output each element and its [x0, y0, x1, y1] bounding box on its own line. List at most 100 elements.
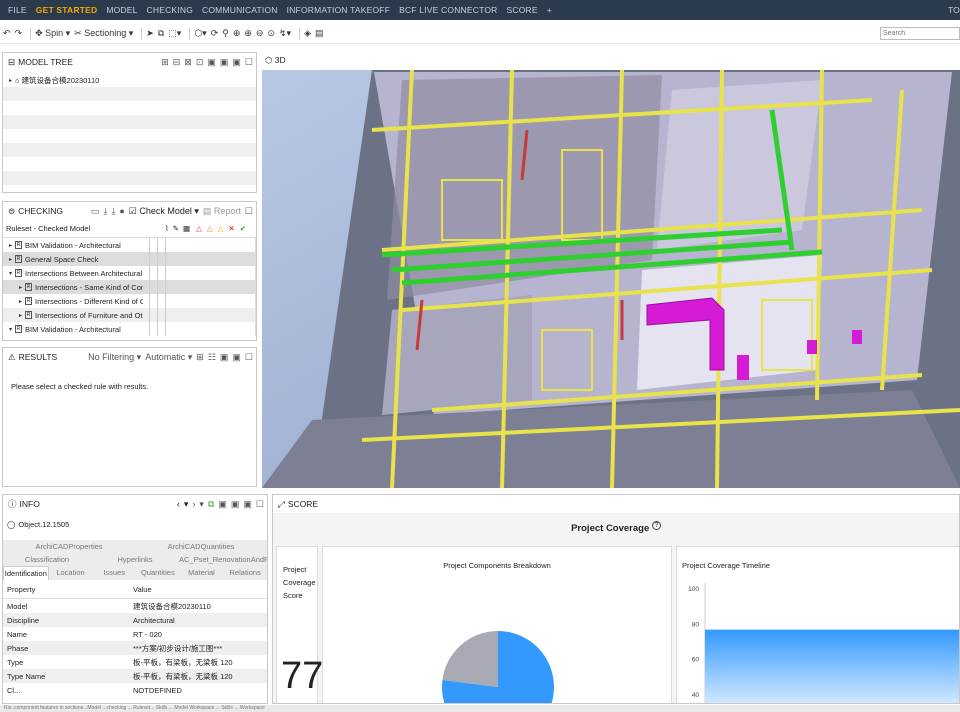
hierarchy-icon[interactable]: ⊞: [161, 57, 169, 68]
fly-icon[interactable]: ⟳: [211, 28, 219, 39]
property-row[interactable]: Name RT - 020: [3, 627, 267, 641]
critical-icon[interactable]: △: [196, 224, 202, 233]
pencil-icon[interactable]: ✎: [173, 224, 179, 233]
zoom-icon[interactable]: ⊕: [233, 28, 241, 39]
layers-icon[interactable]: ▤: [315, 28, 324, 39]
filter-tree-icon[interactable]: ⊟: [173, 57, 181, 68]
walk-icon[interactable]: ⚲: [222, 28, 229, 39]
property-row[interactable]: Type Name 板-平板，有梁板，无梁板 120: [3, 669, 267, 683]
ruleset-row[interactable]: ▸RIntersections of Furniture and Other O…: [3, 308, 256, 322]
tab-hyperlinks[interactable]: Hyperlinks: [91, 553, 179, 566]
check-model-button[interactable]: ☑ Check Model ▾: [129, 206, 199, 217]
expand-icon[interactable]: ▾: [6, 270, 15, 277]
3d-view[interactable]: ⬡ 3D: [262, 52, 960, 488]
tree-settings-icon[interactable]: ⊠: [184, 57, 192, 68]
tab-ac-pset-renovationandphasing[interactable]: AC_Pset_RenovationAndPhasing: [179, 553, 267, 566]
list-icon[interactable]: ☷: [208, 352, 216, 363]
folder-icon[interactable]: ▭: [91, 206, 100, 217]
ruleset-row[interactable]: ▸RIntersections - Different Kind of Comp…: [3, 294, 256, 308]
tab-quantities[interactable]: Quantities: [136, 566, 180, 580]
paperclip-icon[interactable]: ⌇: [165, 224, 169, 233]
menu-item-score[interactable]: SCORE: [506, 5, 537, 15]
hide-icon[interactable]: ⬚▾: [168, 28, 181, 39]
circle-icon[interactable]: ●: [119, 206, 124, 216]
menu-item-get-started[interactable]: GET STARTED: [36, 5, 98, 15]
menu-item-bcf-live-connector[interactable]: BCF LIVE CONNECTOR: [399, 5, 497, 15]
tab-archicadproperties[interactable]: ArchiCADProperties: [3, 540, 135, 553]
ruleset-row[interactable]: ▸ R General Space Check: [3, 252, 256, 266]
tab-material[interactable]: Material: [180, 566, 224, 580]
search-input[interactable]: [880, 27, 960, 40]
link-icon[interactable]: ⧉: [208, 499, 214, 510]
eraser-icon[interactable]: ◈: [304, 28, 311, 39]
minor-icon[interactable]: △: [218, 224, 224, 233]
copy-icon[interactable]: ▣: [232, 352, 241, 363]
expand-icon[interactable]: ▸: [6, 77, 15, 84]
expand-icon[interactable]: ▸: [6, 256, 15, 263]
expand-icon[interactable]: ▸: [6, 242, 15, 249]
menu-item-communication[interactable]: COMMUNICATION: [202, 5, 278, 15]
tab-location[interactable]: Location: [49, 566, 93, 580]
menu-item-[interactable]: +: [547, 5, 552, 15]
measure-icon[interactable]: ↯▾: [279, 28, 291, 39]
accept-icon[interactable]: ✔: [240, 224, 246, 233]
ruleset-row[interactable]: ▾RIntersections Between Architectural Co…: [3, 266, 256, 280]
reject-icon[interactable]: ✕: [228, 224, 234, 233]
trash-icon[interactable]: ▣: [220, 352, 229, 363]
property-row[interactable]: Phase ***方案/初步设计/施工图***: [3, 641, 267, 655]
maximize-icon[interactable]: ☐: [245, 206, 253, 217]
copy-icon[interactable]: ▣: [218, 499, 227, 510]
property-row[interactable]: Model 建筑设备合模20230110: [3, 599, 267, 613]
expand-icon[interactable]: ▸: [16, 284, 25, 291]
ruleset-row[interactable]: ▾ R BIM Validation - Architectural: [3, 322, 256, 336]
select-icon[interactable]: ⧉: [158, 28, 164, 39]
zoom-fit-icon[interactable]: ⊙: [267, 28, 275, 39]
ruleset-row[interactable]: ▸RIntersections - Same Kind of Componen: [3, 280, 256, 294]
expand-icon[interactable]: ▾: [6, 326, 15, 333]
maximize-icon[interactable]: ☐: [245, 352, 253, 363]
menu-overflow[interactable]: TO: [948, 5, 960, 15]
menu-item-information-takeoff[interactable]: INFORMATION TAKEOFF: [287, 5, 390, 15]
pie-slice[interactable]: [442, 631, 498, 687]
paste-icon[interactable]: ▣: [231, 499, 240, 510]
property-row[interactable]: Type 板-平板，有梁板，无梁板 120: [3, 655, 267, 669]
property-row[interactable]: Cl... NOTDEFINED: [3, 683, 267, 697]
tab-issues[interactable]: Issues: [92, 566, 136, 580]
filter-dropdown[interactable]: No Filtering ▾: [88, 352, 141, 363]
delete-icon[interactable]: ▣: [243, 499, 252, 510]
sectioning-button[interactable]: ✂ Sectioning ▾: [74, 28, 133, 39]
zoom-out-icon[interactable]: ⊖: [256, 28, 264, 39]
undo-icon[interactable]: ↶: [3, 28, 11, 39]
ruleset-row[interactable]: ▸ R BIM Validation - Architectural: [3, 238, 256, 252]
cube-icon[interactable]: ⬡▾: [194, 28, 206, 39]
mode-dropdown[interactable]: Automatic ▾: [145, 352, 192, 363]
lock-icon[interactable]: ▣: [207, 57, 216, 68]
pointer-icon[interactable]: ➤: [146, 28, 154, 39]
next-icon[interactable]: ›: [192, 499, 195, 509]
tab-archicadquantities[interactable]: ArchiCADQuantities: [135, 540, 267, 553]
expand-icon[interactable]: ▸: [16, 298, 25, 305]
tab-classification[interactable]: Classification: [3, 553, 91, 566]
zoom-in-icon[interactable]: ⊕: [244, 28, 252, 39]
maximize-icon[interactable]: ☐: [245, 57, 253, 68]
3d-viewport[interactable]: [262, 70, 960, 488]
menu-item-file[interactable]: FILE: [8, 5, 27, 15]
prev-icon[interactable]: ‹: [177, 499, 180, 509]
dropdown-icon[interactable]: ▾: [184, 499, 189, 510]
menu-item-model[interactable]: MODEL: [106, 5, 137, 15]
report-button[interactable]: ▤ Report: [203, 206, 241, 217]
export-icon[interactable]: ⤓: [111, 206, 115, 217]
tab-identification[interactable]: Identification: [3, 566, 49, 580]
property-row[interactable]: Discipline Architectural: [3, 613, 267, 627]
expand-icon[interactable]: ▸: [16, 312, 25, 319]
maximize-icon[interactable]: ☐: [256, 499, 264, 510]
grid-icon[interactable]: ▦: [183, 224, 190, 233]
coverage-area[interactable]: [705, 629, 959, 704]
spin-button[interactable]: ✥ Spin ▾: [35, 28, 70, 39]
collapse-icon[interactable]: ⊡: [196, 57, 204, 68]
tab-relations[interactable]: Relations: [223, 566, 267, 580]
import-icon[interactable]: ⤓: [103, 206, 107, 217]
group-icon[interactable]: ⊞: [196, 352, 204, 363]
tree-row-root[interactable]: ▸ ⌂ 建筑设备合模20230110: [3, 73, 256, 87]
redo-icon[interactable]: ↷: [15, 28, 23, 39]
